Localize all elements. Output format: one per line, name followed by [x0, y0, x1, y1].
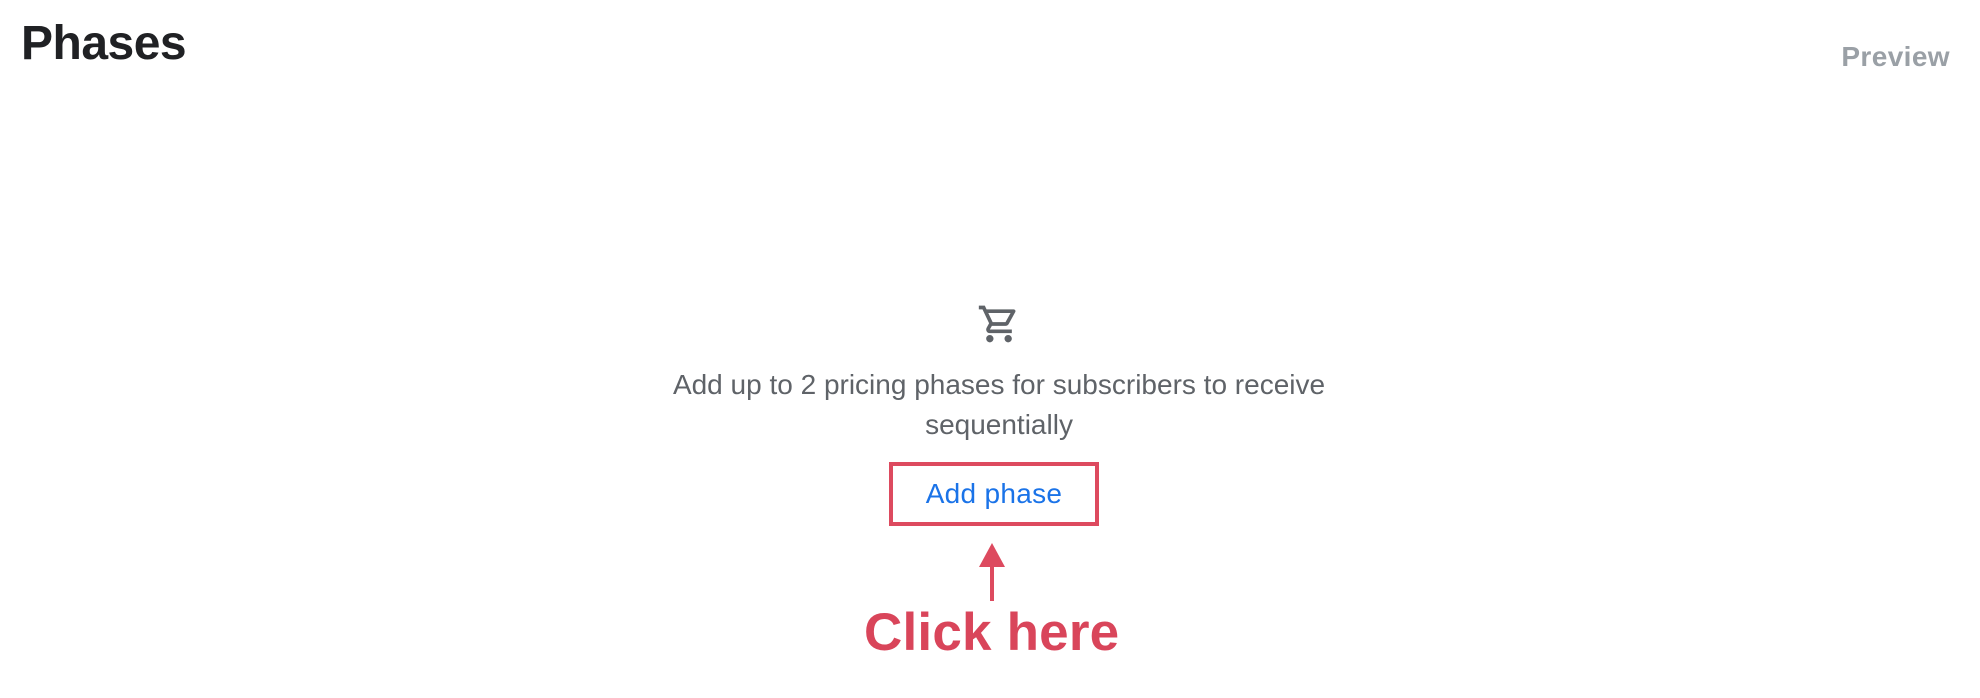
preview-link[interactable]: Preview — [1841, 40, 1950, 74]
page-title: Phases — [21, 17, 187, 70]
callout-text: Click here — [864, 603, 1120, 662]
add-phase-button[interactable]: Add phase — [916, 472, 1073, 516]
empty-state: Add up to 2 pricing phases for subscribe… — [0, 302, 1980, 445]
shopping-cart-icon — [978, 305, 1016, 343]
arrow-up-icon — [979, 543, 1005, 601]
highlight-box: Add phase — [889, 462, 1099, 526]
empty-state-message: Add up to 2 pricing phases for subscribe… — [672, 369, 1326, 440]
